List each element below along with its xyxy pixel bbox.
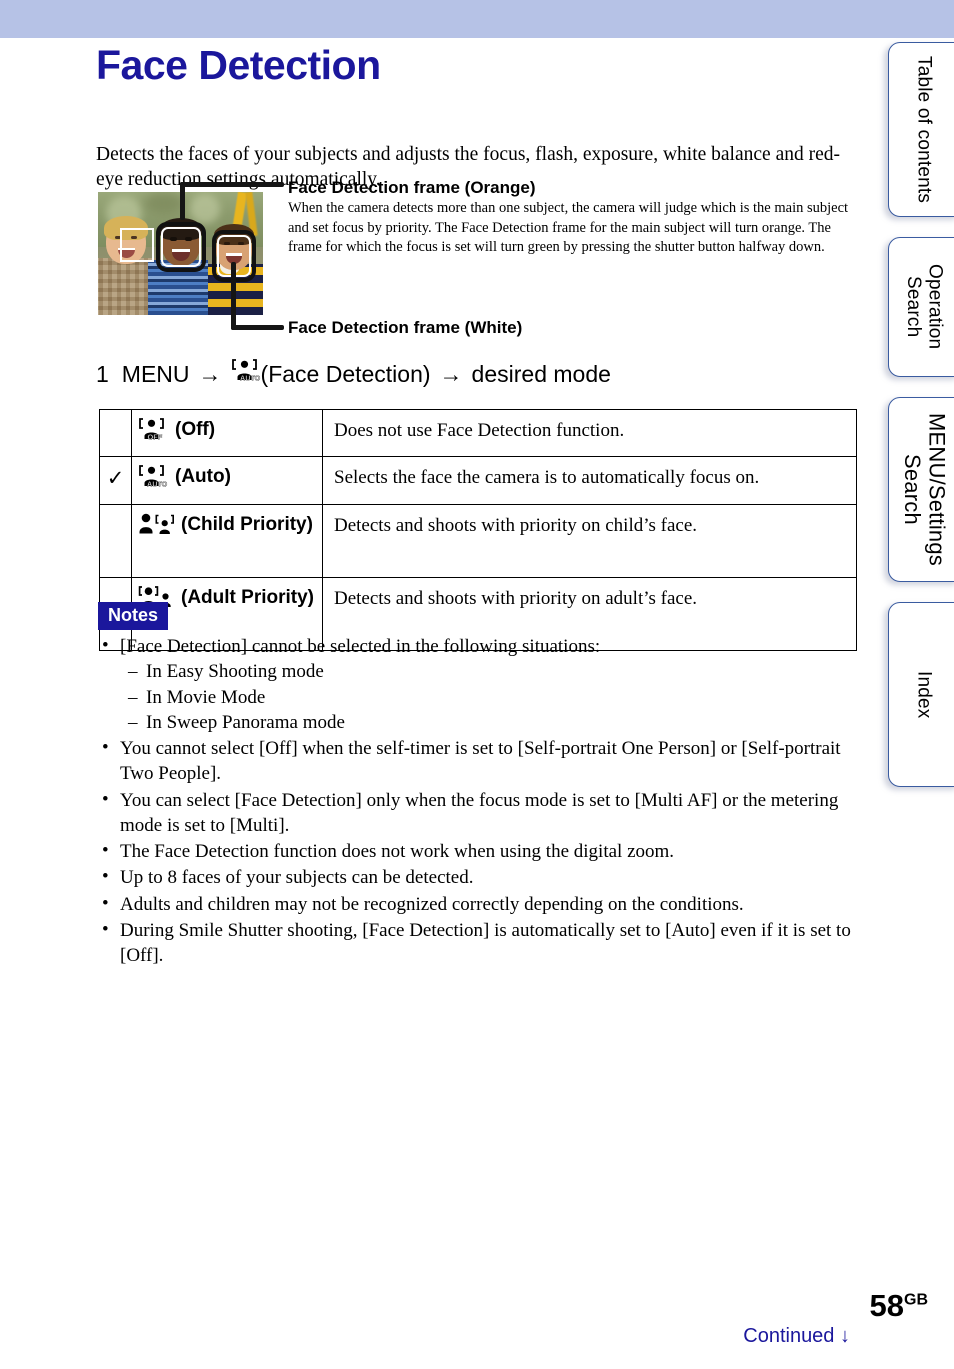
note-sub-text: In Sweep Panorama mode (146, 711, 345, 733)
note-item: • The Face Detection function does not w… (98, 839, 853, 864)
arrow-right-icon-2: → (439, 360, 463, 387)
row-selected-cell: ✓ (99, 456, 132, 505)
callout-leader-line-white (231, 262, 236, 330)
note-item: • You can select [Face Detection] only w… (98, 788, 853, 839)
dash-icon: – (128, 686, 138, 708)
note-text: The Face Detection function does not wor… (120, 841, 675, 863)
step-instruction: 1 MENU → AUTO (Face Detection) → desired… (96, 358, 611, 390)
row-selected-cell (99, 408, 132, 458)
row-description-cell: Selects the face the camera is to automa… (322, 456, 857, 505)
page-number: 58GB (870, 1288, 928, 1324)
sidebar-tab-table-of-contents[interactable]: Table of contents (888, 42, 954, 217)
notes-badge: Notes (98, 602, 169, 630)
bullet-icon: • (102, 788, 109, 810)
row-label-cell[interactable]: (Child Priority) (131, 503, 323, 578)
bullet-icon: • (102, 866, 109, 888)
note-sub-item: – In Movie Mode (120, 685, 853, 710)
face-frame-white-left (120, 228, 154, 262)
page-number-value: 58 (869, 1288, 904, 1323)
note-sub-item: – In Sweep Panorama mode (120, 710, 853, 735)
callout-title-orange: Face Detection frame (Orange) (288, 178, 536, 197)
mode-description: Selects the face the camera is to automa… (334, 467, 760, 489)
menu-button-label[interactable]: MENU (122, 361, 190, 388)
face-frame-orange-main (156, 222, 206, 272)
svg-text:AUTO: AUTO (240, 373, 261, 382)
sidebar-tab-label: MENU/Settings Search (900, 413, 950, 566)
row-description-cell: Detects and shoots with priority on chil… (322, 503, 857, 578)
bullet-icon: • (102, 737, 109, 759)
note-text: Up to 8 faces of your subjects can be de… (120, 867, 474, 889)
mode-label: (Auto) (175, 466, 231, 488)
notes-list: • [Face Detection] cannot be selected in… (98, 634, 853, 969)
callout-leader-line-white (231, 325, 284, 330)
callout-body-orange: When the camera detects more than one su… (288, 200, 849, 256)
sidebar-tab-label: Index (913, 670, 935, 719)
function-label: (Face Detection) (260, 360, 431, 387)
dash-icon: – (128, 711, 138, 733)
note-sub-item: – In Easy Shooting mode (120, 659, 853, 684)
mode-label: (Adult Priority) (181, 586, 314, 608)
note-text: You can select [Face Detection] only whe… (120, 789, 839, 836)
bullet-icon: • (102, 635, 109, 656)
note-text: You cannot select [Off] when the self-ti… (120, 738, 841, 785)
sidebar-tab-menu-settings-search[interactable]: MENU/Settings Search (888, 397, 954, 582)
checkmark-icon: ✓ (106, 466, 125, 491)
callout-title-white: Face Detection frame (White) (288, 318, 523, 337)
bullet-icon: • (102, 892, 109, 914)
face-detection-child-priority-icon (138, 512, 174, 542)
down-arrow-icon: ↓ (840, 1325, 850, 1347)
face-detection-auto-icon: AUTO (231, 358, 261, 390)
sidebar-tab-label: Table of contents (913, 55, 935, 204)
svg-text:AUTO: AUTO (147, 480, 168, 489)
face-detection-off-icon: OFF (138, 417, 168, 449)
note-item: • You cannot select [Off] when the self-… (98, 736, 853, 787)
mode-label: (Off) (175, 419, 216, 440)
continued-link[interactable]: Continued ↓ (743, 1325, 850, 1348)
note-sub-text: In Movie Mode (146, 686, 266, 708)
table-row: ✓ AUTO (Auto) Selects the face the camer… (99, 456, 857, 505)
row-selected-cell (99, 503, 132, 578)
arrow-right-icon: → (198, 360, 222, 387)
bullet-icon: • (102, 840, 109, 862)
row-label-cell[interactable]: OFF (Off) (131, 408, 323, 458)
callout-leader-line-orange (180, 182, 284, 187)
row-label-cell[interactable]: AUTO (Auto) (131, 456, 323, 505)
desired-mode-label: desired mode (471, 360, 611, 387)
page-content: Face Detection Detects the faces of your… (0, 0, 880, 1369)
figure-face-detection-frames: Face Detection frame (Orange) When the c… (98, 178, 858, 343)
face-detection-modes-table: OFF (Off) Does not use Face Detection fu… (99, 408, 857, 651)
bullet-icon: • (102, 918, 109, 940)
note-item: • Up to 8 faces of your subjects can be … (98, 865, 853, 890)
note-text: [Face Detection] cannot be selected in t… (120, 636, 601, 657)
table-row: OFF (Off) Does not use Face Detection fu… (99, 408, 857, 458)
note-item: • [Face Detection] cannot be selected in… (98, 634, 853, 735)
table-row: (Child Priority) Detects and shoots with… (99, 503, 857, 578)
step-number: 1 (96, 360, 109, 387)
page-number-suffix: GB (904, 1291, 928, 1309)
mode-label: (Child Priority) (181, 513, 313, 535)
face-detection-auto-icon: AUTO (138, 464, 168, 496)
note-sub-text: In Easy Shooting mode (146, 661, 324, 683)
callout-leader-line-orange (180, 182, 185, 220)
note-item: • Adults and children may not be recogni… (98, 892, 853, 917)
note-item: • During Smile Shutter shooting, [Face D… (98, 918, 853, 969)
sidebar-tab-label: Operation Search (903, 264, 946, 350)
svg-text:OFF: OFF (148, 432, 163, 441)
continued-label: Continued (743, 1325, 835, 1347)
note-text: Adults and children may not be recognize… (120, 893, 744, 915)
page-title: Face Detection (96, 42, 381, 88)
dash-icon: – (128, 661, 138, 683)
note-text: During Smile Shutter shooting, [Face Det… (120, 919, 851, 967)
sidebar-tab-index[interactable]: Index (888, 602, 954, 787)
mode-description: Detects and shoots with priority on chil… (334, 514, 698, 536)
mode-description: Does not use Face Detection function. (334, 420, 625, 441)
row-description-cell: Does not use Face Detection function. (322, 408, 857, 458)
sidebar-tab-operation-search[interactable]: Operation Search (888, 237, 954, 377)
